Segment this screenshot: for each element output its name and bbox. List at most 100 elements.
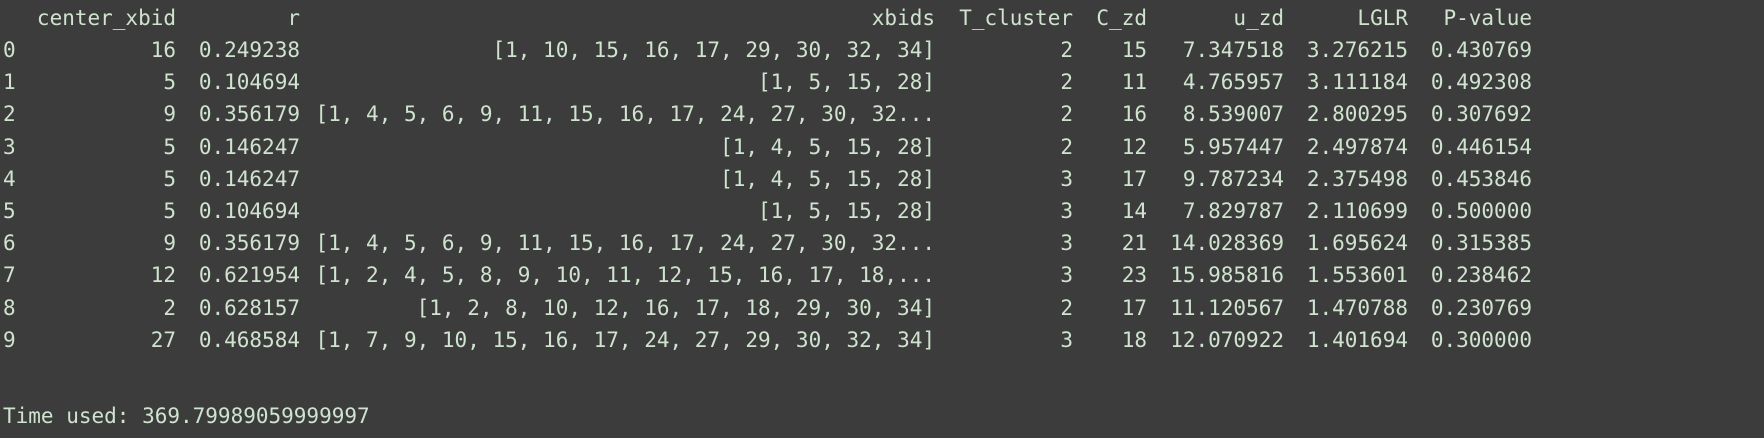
- cell-p-value: 0.230769: [1430, 295, 1532, 320]
- cell-c-zd: 23: [1121, 263, 1147, 288]
- cell-p-value: 0.307692: [1430, 102, 1532, 127]
- cell-lglr: 1.695624: [1306, 231, 1408, 256]
- table-row: 0 16 0.249238 [1, 10, 15, 16, 17, 29, 30, 3…: [0, 32, 1764, 68]
- row-index: 5: [3, 199, 16, 223]
- row-index: 4: [3, 166, 16, 191]
- cell-u-zd: 7.347518: [1182, 38, 1284, 62]
- cell-t-cluster: 3: [1060, 199, 1073, 223]
- cell-center-xbid: 16: [150, 38, 176, 62]
- table-row: 9 27 0.468584 [1, 7, 9, 10, 15, 16, 17, 24,…: [0, 322, 1764, 358]
- cell-c-zd: 21: [1121, 231, 1147, 256]
- cell-c-zd: 14: [1121, 199, 1147, 223]
- cell-r: 0.628157: [198, 295, 300, 320]
- console-output: center_xbid r xbids T_cluster C_zd u_zd LGLR P-…: [0, 0, 1764, 438]
- cell-xbids: [1, 7, 9, 10, 15, 16, 17, 24, 27, 29, 30…: [315, 327, 935, 352]
- cell-c-zd: 17: [1121, 295, 1147, 320]
- table-row: 2 9 0.356179 [1, 4, 5, 6, 9, 11, 15, 16, 17…: [0, 96, 1764, 132]
- header-xbids: xbids: [871, 6, 935, 30]
- table-row: 8 2 0.628157 [1, 2, 8, 10, 12, 16, 17, 18, …: [0, 290, 1764, 326]
- time-used-text: Time used: 369.79989059999997: [3, 404, 370, 428]
- cell-p-value: 0.453846: [1430, 166, 1532, 191]
- cell-r: 0.621954: [198, 263, 300, 288]
- cell-p-value: 0.500000: [1430, 199, 1532, 223]
- cell-lglr: 2.800295: [1306, 102, 1408, 127]
- cell-center-xbid: 5: [163, 134, 176, 159]
- table-row: 1 5 0.104694 [1, 5, 15, 28] 2 11 4.765957 3.111…: [0, 64, 1764, 100]
- cell-r: 0.356179: [198, 231, 300, 256]
- cell-p-value: 0.315385: [1430, 231, 1532, 256]
- cell-p-value: 0.430769: [1430, 38, 1532, 62]
- cell-p-value: 0.446154: [1430, 134, 1532, 159]
- cell-center-xbid: 5: [163, 166, 176, 191]
- cell-lglr: 2.497874: [1306, 134, 1408, 159]
- table-row: 6 9 0.356179 [1, 4, 5, 6, 9, 11, 15, 16, 17…: [0, 225, 1764, 261]
- cell-xbids: [1, 4, 5, 6, 9, 11, 15, 16, 17, 24, 27, …: [315, 231, 935, 256]
- cell-t-cluster: 3: [1060, 263, 1073, 288]
- cell-u-zd: 8.539007: [1182, 102, 1284, 127]
- cell-xbids: [1, 2, 4, 5, 8, 9, 10, 11, 12, 15, 16, 1…: [315, 263, 935, 288]
- cell-center-xbid: 9: [163, 102, 176, 127]
- cell-u-zd: 9.787234: [1182, 166, 1284, 191]
- cell-xbids: [1, 2, 8, 10, 12, 16, 17, 18, 29, 30, 34…: [416, 295, 935, 320]
- row-index: 6: [3, 231, 16, 256]
- cell-center-xbid: 2: [163, 295, 176, 320]
- header-r: r: [287, 6, 300, 30]
- cell-lglr: 3.111184: [1306, 70, 1408, 95]
- cell-r: 0.104694: [198, 70, 300, 95]
- cell-u-zd: 7.829787: [1182, 199, 1284, 223]
- cell-c-zd: 18: [1121, 327, 1147, 352]
- cell-r: 0.468584: [198, 327, 300, 352]
- cell-t-cluster: 2: [1060, 134, 1073, 159]
- cell-r: 0.146247: [198, 134, 300, 159]
- cell-p-value: 0.300000: [1430, 327, 1532, 352]
- cell-u-zd: 12.070922: [1170, 327, 1284, 352]
- cell-u-zd: 5.957447: [1182, 134, 1284, 159]
- cell-c-zd: 16: [1121, 102, 1147, 127]
- cell-lglr: 3.276215: [1306, 38, 1408, 62]
- cell-t-cluster: 3: [1060, 166, 1073, 191]
- cell-u-zd: 11.120567: [1170, 295, 1284, 320]
- cell-lglr: 2.375498: [1306, 166, 1408, 191]
- cell-xbids: [1, 4, 5, 6, 9, 11, 15, 16, 17, 24, 27, …: [315, 102, 935, 127]
- cell-u-zd: 14.028369: [1170, 231, 1284, 256]
- cell-lglr: 1.401694: [1306, 327, 1408, 352]
- cell-xbids: [1, 4, 5, 15, 28]: [720, 166, 935, 191]
- cell-xbids: [1, 4, 5, 15, 28]: [720, 134, 935, 159]
- cell-t-cluster: 2: [1060, 70, 1073, 95]
- cell-c-zd: 12: [1121, 134, 1147, 159]
- table-row: 4 5 0.146247 [1, 4, 5, 15, 28] 3 17 9.787234 2.…: [0, 161, 1764, 197]
- row-index: 9: [3, 327, 16, 352]
- cell-xbids: [1, 10, 15, 16, 17, 29, 30, 32, 34]: [492, 38, 935, 62]
- cell-p-value: 0.492308: [1430, 70, 1532, 95]
- cell-t-cluster: 3: [1060, 231, 1073, 256]
- cell-c-zd: 15: [1121, 38, 1147, 62]
- cell-u-zd: 15.985816: [1170, 263, 1284, 288]
- header-c-zd: C_zd: [1096, 6, 1147, 30]
- cell-center-xbid: 12: [150, 263, 176, 288]
- header-lglr: LGLR: [1357, 6, 1408, 30]
- table-header: center_xbid r xbids T_cluster C_zd u_zd LGLR P-…: [0, 0, 1764, 36]
- cell-p-value: 0.238462: [1430, 263, 1532, 288]
- header-t-cluster: T_cluster: [959, 6, 1073, 30]
- cell-r: 0.249238: [198, 38, 300, 62]
- cell-t-cluster: 2: [1060, 295, 1073, 320]
- row-index: 1: [3, 70, 16, 95]
- cell-xbids: [1, 5, 15, 28]: [757, 199, 935, 223]
- table-row: 3 5 0.146247 [1, 4, 5, 15, 28] 2 12 5.957447 2.…: [0, 129, 1764, 165]
- cell-center-xbid: 5: [163, 70, 176, 95]
- header-p-value: P-value: [1443, 6, 1532, 30]
- cell-t-cluster: 2: [1060, 102, 1073, 127]
- cell-r: 0.356179: [198, 102, 300, 127]
- cell-t-cluster: 3: [1060, 327, 1073, 352]
- row-index: 7: [3, 263, 16, 288]
- cell-lglr: 1.553601: [1306, 263, 1408, 288]
- table-row: 5 5 0.104694 [1, 5, 15, 28] 3 14 7.829787 2.110…: [0, 193, 1764, 229]
- header-center-xbid: center_xbid: [36, 6, 176, 30]
- cell-r: 0.104694: [198, 199, 300, 223]
- cell-c-zd: 11: [1121, 70, 1147, 95]
- cell-center-xbid: 9: [163, 231, 176, 256]
- cell-c-zd: 17: [1121, 166, 1147, 191]
- cell-center-xbid: 5: [163, 199, 176, 223]
- row-index: 0: [3, 38, 16, 62]
- header-u-zd: u_zd: [1233, 6, 1284, 30]
